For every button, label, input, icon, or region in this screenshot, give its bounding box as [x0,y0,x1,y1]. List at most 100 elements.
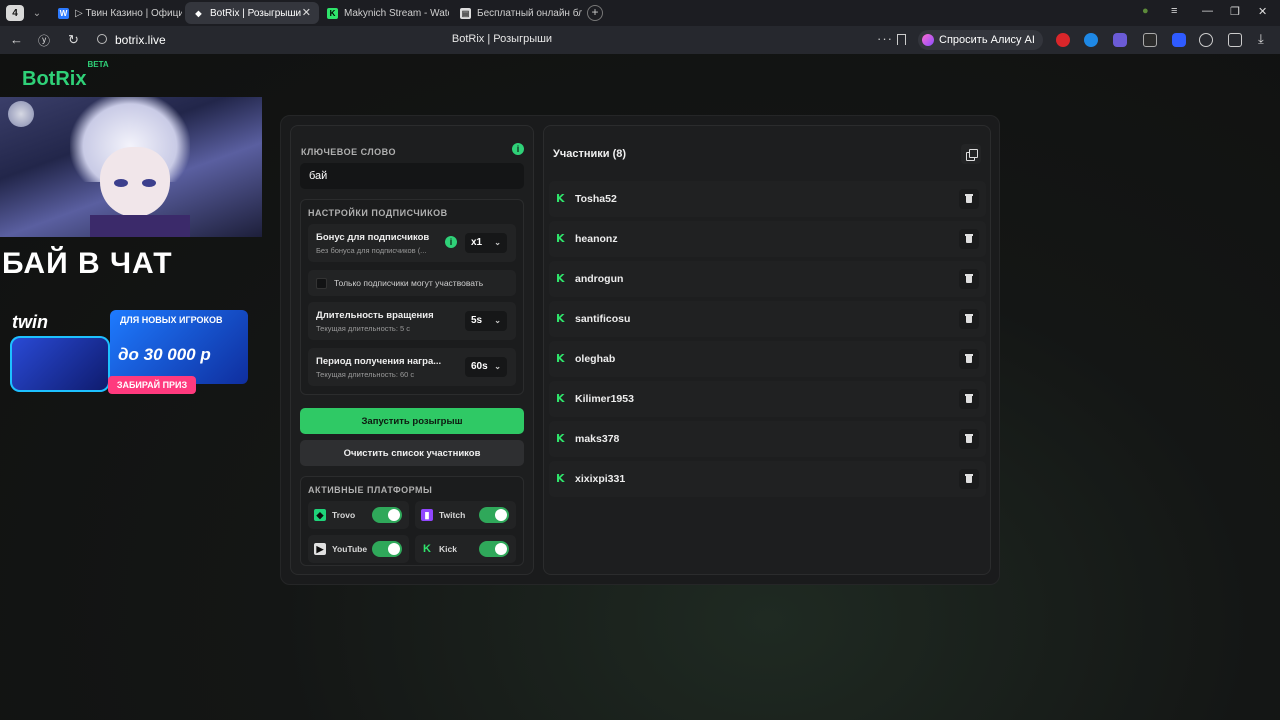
extension-shield-icon[interactable] [1172,33,1186,47]
trash-icon[interactable] [959,189,979,209]
keyword-input[interactable] [300,163,524,189]
promo-line2: до 30 000 р [118,345,211,364]
participant-name: maks378 [575,433,620,445]
reward-subtitle: Текущая длительность: 60 с [316,370,415,379]
trash-icon[interactable] [959,309,979,329]
participant-name: Tosha52 [575,193,617,205]
trovo-icon: ◆ [314,509,326,521]
browser-tab-bar: 4 ⌄ W ▷ Твин Казино | Официал ◆ BotRix |… [0,0,1280,26]
browser-menu-icon[interactable]: ≡ [1171,5,1177,17]
trash-icon[interactable] [959,269,979,289]
extension-leaf-icon[interactable]: ● [1142,5,1149,17]
minimize-icon[interactable]: — [1202,5,1213,17]
platform-trovo: ◆ Trovo [308,501,409,529]
kick-favicon-icon: K [327,7,338,19]
yandex-shield-icon[interactable]: ⓨ [38,32,50,49]
spin-duration-setting: Длительность вращения Текущая длительнос… [308,302,516,340]
spin-subtitle: Текущая длительность: 5 с [316,324,411,333]
participant-name: heanonz [575,233,618,245]
reload-icon[interactable]: ↻ [68,32,79,48]
subscribers-only-setting[interactable]: Только подписчики могут участвовать [308,270,516,296]
twin-favicon-icon: W [58,7,69,19]
platform-name: Trovo [332,510,356,520]
keyword-info-icon[interactable]: i [512,143,524,155]
list-item: K Tosha52 [549,181,986,217]
participant-name: androgun [575,273,624,285]
beta-badge: BETA [87,60,109,70]
tab-label: BotRix | Розыгрыши [210,7,302,19]
reward-period-select[interactable]: 60s ⌄ [465,357,507,377]
bonus-title: Бонус для подписчиков [316,232,430,243]
list-item: K maks378 [549,421,986,457]
trovo-toggle[interactable] [372,507,402,523]
url-field[interactable]: botrix.live [115,33,166,47]
extension-shazam-icon[interactable] [1084,33,1098,47]
extension-red-icon[interactable] [1056,33,1070,47]
back-arrow-icon[interactable]: ← [10,32,23,47]
extension-discord-icon[interactable] [1113,33,1127,47]
more-options-icon[interactable]: ··· [877,31,893,46]
keyword-label: КЛЮЧЕВОЕ СЛОВО [301,147,396,157]
twitch-toggle[interactable] [479,507,509,523]
subscriber-bonus-setting: Бонус для подписчиков Без бонуса для под… [308,224,516,262]
participants-title: Участники (8) [553,148,627,160]
kick-icon: K [556,232,565,245]
subscriber-settings: НАСТРОЙКИ ПОДПИСЧИКОВ Бонус для подписчи… [300,199,524,395]
ask-alice-label: Спросить Алису AI [939,34,1035,46]
platform-name: Twitch [439,510,466,520]
trash-icon[interactable] [959,349,979,369]
subscribers-only-checkbox[interactable] [316,278,327,289]
start-giveaway-button[interactable]: Запустить розыгрыш [300,408,524,434]
trash-icon[interactable] [959,469,979,489]
copy-icon[interactable] [961,144,981,164]
slot-machine-image [10,336,110,392]
site-info-icon[interactable] [97,34,107,44]
platform-youtube: ▶ YouTube [308,535,409,563]
botrix-logo[interactable]: BotRixBETA [22,60,109,91]
restore-icon[interactable]: ❐ [1230,5,1240,18]
kick-icon: K [556,432,565,445]
reward-period-setting: Период получения награ... Текущая длител… [308,348,516,386]
list-item: K oleghab [549,341,986,377]
tab-botrix[interactable]: ◆ BotRix | Розыгрыши ✕ [185,2,319,24]
platform-kick: K Kick [415,535,516,563]
downloads-icon[interactable]: ⤓ [1258,31,1264,47]
platform-twitch: ▮ Twitch [415,501,516,529]
participants-panel: Участники (8) K Tosha52 K heanonz K andr… [543,125,991,575]
trash-icon[interactable] [959,389,979,409]
list-item: K heanonz [549,221,986,257]
kick-icon: K [556,352,565,365]
tab-label: Makynich Stream - Watch [344,7,449,19]
tab-makynich-stream[interactable]: K Makynich Stream - Watch [319,2,449,24]
bookmark-icon[interactable] [897,34,906,45]
twitch-icon: ▮ [421,509,433,521]
ask-alice-button[interactable]: Спросить Алису AI [918,30,1043,50]
subscriber-settings-label: НАСТРОЙКИ ПОДПИСЧИКОВ [308,208,448,218]
youtube-toggle[interactable] [372,541,402,557]
trash-icon[interactable] [959,229,979,249]
promo-brand: twin [12,312,48,332]
tab-notepad[interactable]: ▤ Бесплатный онлайн блок [452,2,582,24]
active-platforms: АКТИВНЫЕ ПЛАТФОРМЫ ◆ Trovo ▮ Twitch ▶ Yo… [300,476,524,566]
bonus-select[interactable]: x1 ⌄ [465,233,507,253]
tab-count-badge[interactable]: 4 [6,5,24,21]
new-tab-button[interactable]: + [587,5,603,21]
tab-twin-casino[interactable]: W ▷ Твин Казино | Официал [50,2,182,24]
address-page-title: BotRix | Розыгрыши [451,33,553,45]
list-item: K Kilimer1953 [549,381,986,417]
close-tab-icon[interactable]: ✕ [302,6,311,19]
kick-toggle[interactable] [479,541,509,557]
spin-duration-select[interactable]: 5s ⌄ [465,311,507,331]
address-bar: ← ⓨ ↻ botrix.live BotRix | Розыгрыши ···… [0,26,1280,54]
bonus-info-icon[interactable]: i [445,236,457,248]
tab-list-chevron-icon[interactable]: ⌄ [29,4,45,22]
extension-play-icon[interactable] [1199,33,1213,47]
trash-icon[interactable] [959,429,979,449]
tab-label: ▷ Твин Казино | Официал [75,7,182,19]
kick-icon: K [556,272,565,285]
extension-twitch-icon[interactable] [1143,33,1157,47]
clear-participants-button[interactable]: Очистить список участников [300,440,524,466]
close-window-icon[interactable]: ✕ [1258,5,1267,18]
extensions-puzzle-icon[interactable] [1228,33,1242,47]
spin-title: Длительность вращения [316,310,434,321]
